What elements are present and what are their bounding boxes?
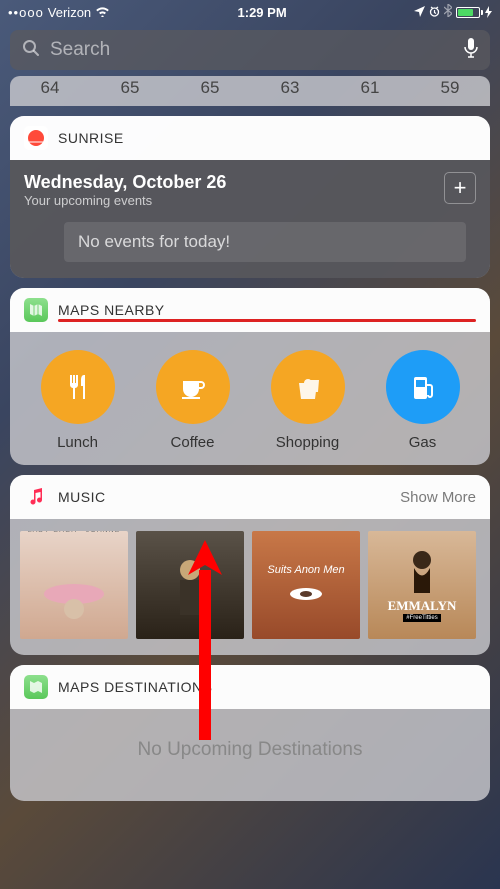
- widget-header: MAPS NEARBY: [10, 288, 490, 332]
- weather-hourly-peek: 64 65 65 63 61 59: [10, 76, 490, 106]
- status-bar: ••ooo Verizon 1:29 PM: [0, 0, 500, 24]
- coffee-icon: [156, 350, 230, 424]
- album-item[interactable]: LADY GAGA · JOANNE: [20, 531, 128, 639]
- maps-app-icon: [24, 675, 48, 699]
- sunrise-date: Wednesday, October 26: [24, 172, 476, 193]
- widget-header: MUSIC Show More: [10, 475, 490, 519]
- album-item[interactable]: EMMALYN #FreeTitties: [368, 531, 476, 639]
- maps-nearby-widget[interactable]: MAPS NEARBY Lunch Coffee Shopping Gas: [10, 288, 490, 465]
- lunch-icon: [41, 350, 115, 424]
- wifi-icon: [95, 5, 110, 20]
- maps-nearby-lunch[interactable]: Lunch: [33, 350, 123, 451]
- gas-icon: [386, 350, 460, 424]
- battery-icon: [456, 6, 492, 18]
- clock: 1:29 PM: [238, 5, 287, 20]
- sunrise-widget[interactable]: SUNRISE Wednesday, October 26 Your upcom…: [10, 116, 490, 278]
- widget-title: MAPS DESTINATIONS: [58, 679, 476, 695]
- maps-nearby-gas[interactable]: Gas: [378, 350, 468, 451]
- signal-dots: ••ooo: [8, 5, 44, 20]
- add-event-button[interactable]: +: [444, 172, 476, 204]
- music-app-icon: [24, 485, 48, 509]
- maps-app-icon: [24, 298, 48, 322]
- sunrise-subtitle: Your upcoming events: [24, 193, 476, 208]
- music-widget[interactable]: MUSIC Show More LADY GAGA · JOANNE Suits…: [10, 475, 490, 655]
- album-item[interactable]: [136, 531, 244, 639]
- sunrise-app-icon: [24, 126, 48, 150]
- widget-header: MAPS DESTINATIONS: [10, 665, 490, 709]
- album-item[interactable]: Suits Anon Men: [252, 531, 360, 639]
- show-more-button[interactable]: Show More: [400, 489, 476, 506]
- no-destinations-message: No Upcoming Destinations: [10, 709, 490, 801]
- maps-nearby-shopping[interactable]: Shopping: [263, 350, 353, 451]
- maps-nearby-coffee[interactable]: Coffee: [148, 350, 238, 451]
- widget-title: MUSIC: [58, 489, 390, 505]
- widget-header: SUNRISE: [10, 116, 490, 160]
- alarm-icon: [429, 5, 440, 20]
- maps-destinations-widget[interactable]: MAPS DESTINATIONS No Upcoming Destinatio…: [10, 665, 490, 801]
- widget-title: MAPS NEARBY: [58, 302, 476, 318]
- carrier-label: Verizon: [48, 5, 91, 20]
- widget-title: SUNRISE: [58, 130, 476, 146]
- search-icon: [22, 39, 40, 62]
- search-placeholder: Search: [50, 39, 454, 61]
- no-events-message: No events for today!: [64, 222, 466, 262]
- bluetooth-icon: [444, 4, 452, 20]
- shopping-icon: [271, 350, 345, 424]
- microphone-icon[interactable]: [464, 37, 478, 64]
- location-icon: [414, 5, 425, 20]
- search-bar[interactable]: Search: [10, 30, 490, 70]
